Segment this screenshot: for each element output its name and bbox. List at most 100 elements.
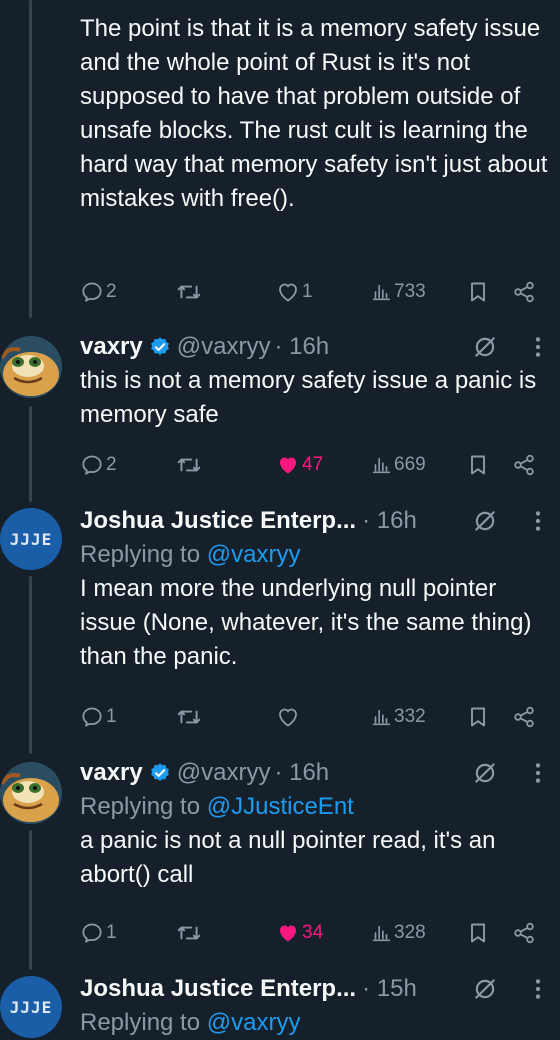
retweet-icon [176, 279, 202, 305]
bookmark-button[interactable] [466, 918, 490, 948]
avatar[interactable] [0, 336, 62, 398]
reply-icon [80, 921, 104, 945]
grok-icon[interactable] [472, 760, 498, 786]
tweet-body: this is not a memory safety issue a pani… [80, 367, 537, 428]
tweet-time: · 16h [274, 759, 330, 786]
share-button[interactable] [512, 450, 536, 480]
share-button[interactable] [512, 702, 536, 732]
thread-line [29, 0, 32, 318]
views-icon [370, 922, 392, 944]
bookmark-icon [466, 705, 490, 729]
retweet-button[interactable] [176, 918, 204, 948]
reply-count: 2 [106, 281, 117, 302]
share-icon [512, 280, 536, 304]
like-count: 34 [302, 922, 324, 943]
replying-to-mention[interactable]: @JJusticeEnt [207, 793, 354, 820]
tweet-time: · 15h [362, 975, 417, 1002]
views-icon [370, 706, 392, 728]
like-button[interactable]: 34 [276, 918, 323, 948]
author-handle[interactable]: @vaxryy [177, 759, 271, 787]
avatar[interactable] [0, 762, 62, 824]
bookmark-button[interactable] [466, 277, 490, 307]
grok-icon[interactable] [472, 334, 498, 360]
reply-button[interactable]: 1 [80, 918, 117, 948]
tweet-header: vaxry @vaxryy · 16h [80, 330, 550, 364]
views-button[interactable]: 332 [370, 702, 426, 732]
author-handle[interactable]: @vaxryy [177, 333, 271, 361]
views-count: 733 [394, 281, 426, 302]
reply-button[interactable]: 2 [80, 450, 117, 480]
views-button[interactable]: 733 [370, 277, 426, 307]
more-icon[interactable] [528, 334, 548, 360]
avatar-logo: JJJE [9, 529, 53, 549]
avatar-logo: JJJE [9, 997, 53, 1017]
replying-to: Replying to @vaxryy [80, 538, 550, 572]
share-icon [512, 453, 536, 477]
replying-to-mention[interactable]: @vaxryy [207, 541, 301, 568]
bookmark-icon [466, 921, 490, 945]
views-count: 669 [394, 454, 426, 475]
reply-icon [80, 705, 104, 729]
views-button[interactable]: 669 [370, 450, 426, 480]
replying-to: Replying to @JJusticeEnt [80, 790, 550, 824]
reply-icon [80, 280, 104, 304]
share-button[interactable] [512, 918, 536, 948]
tweet[interactable]: Joshua Justice Enterp... · 15h Replying … [80, 972, 550, 1040]
share-icon [512, 921, 536, 945]
tweet-actions: 2 1 733 [80, 277, 560, 307]
heart-icon [276, 705, 300, 729]
reply-count: 1 [106, 922, 117, 943]
replying-to-mention[interactable]: @vaxryy [207, 1009, 301, 1036]
author-name[interactable]: vaxry [80, 333, 143, 361]
retweet-button[interactable] [176, 450, 204, 480]
views-count: 328 [394, 922, 426, 943]
tweet-actions: 1 332 [80, 702, 560, 732]
tweet[interactable]: vaxry @vaxryy · 16h Replying to @JJustic… [80, 756, 550, 892]
more-icon[interactable] [528, 976, 548, 1002]
more-icon[interactable] [528, 508, 548, 534]
retweet-icon [176, 704, 202, 730]
replying-to-label: Replying to [80, 541, 201, 568]
author-name[interactable]: Joshua Justice Enterp... [80, 507, 356, 535]
tweet[interactable]: vaxry @vaxryy · 16h this is not a memory… [80, 330, 550, 432]
tweet-body: a panic is not a null pointer read, it's… [80, 827, 496, 888]
heart-icon [276, 453, 300, 477]
verified-badge-icon [149, 762, 171, 784]
bookmark-button[interactable] [466, 702, 490, 732]
bookmark-icon [466, 280, 490, 304]
views-icon [370, 281, 392, 303]
replying-to: Replying to @vaxryy [80, 1006, 550, 1040]
grok-icon[interactable] [472, 508, 498, 534]
like-button[interactable]: 47 [276, 450, 323, 480]
reply-button[interactable]: 1 [80, 702, 117, 732]
avatar[interactable]: JJJE [0, 976, 62, 1038]
share-button[interactable] [512, 277, 536, 307]
retweet-button[interactable] [176, 277, 204, 307]
avatar[interactable]: JJJE [0, 508, 62, 570]
like-count: 1 [302, 281, 313, 302]
tweet[interactable]: Joshua Justice Enterp... · 16h Replying … [80, 504, 550, 674]
author-name[interactable]: Joshua Justice Enterp... [80, 975, 356, 1003]
tweet[interactable]: The point is that it is a memory safety … [80, 12, 550, 216]
retweet-icon [176, 452, 202, 478]
heart-icon [276, 280, 300, 304]
avatar-image [0, 762, 62, 824]
share-icon [512, 705, 536, 729]
tweet-actions: 1 34 328 [80, 918, 560, 948]
more-icon[interactable] [528, 760, 548, 786]
like-button[interactable] [276, 702, 302, 732]
tweet-header: Joshua Justice Enterp... · 15h [80, 972, 550, 1006]
tweet-header: Joshua Justice Enterp... · 16h [80, 504, 550, 538]
thread-line [29, 406, 32, 502]
verified-badge-icon [149, 336, 171, 358]
reply-button[interactable]: 2 [80, 277, 117, 307]
heart-icon [276, 921, 300, 945]
retweet-button[interactable] [176, 702, 204, 732]
like-button[interactable]: 1 [276, 277, 313, 307]
grok-icon[interactable] [472, 976, 498, 1002]
bookmark-icon [466, 453, 490, 477]
bookmark-button[interactable] [466, 450, 490, 480]
tweet-body: The point is that it is a memory safety … [80, 15, 548, 212]
views-button[interactable]: 328 [370, 918, 426, 948]
author-name[interactable]: vaxry [80, 759, 143, 787]
